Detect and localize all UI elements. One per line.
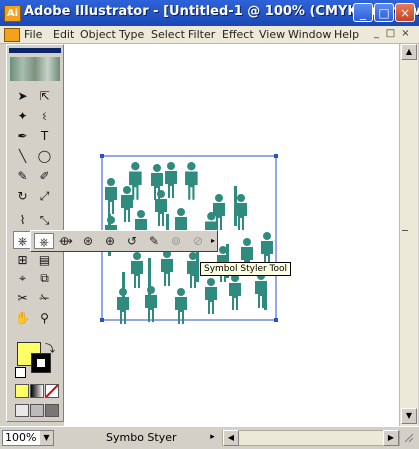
resize-grip-icon[interactable] [404, 433, 414, 443]
symbol-screener-icon[interactable]: ⊚ [166, 233, 186, 249]
minimize-button[interactable]: _ [353, 3, 373, 22]
zoom-dropdown-icon[interactable]: ▼ [40, 431, 53, 445]
symbol-shifter-icon[interactable]: ⟴ [56, 233, 76, 249]
flyout-tearoff-icon[interactable]: ▸ [211, 236, 215, 245]
zoom-icon[interactable]: ⚲ [35, 309, 54, 327]
maximize-button[interactable]: □ [374, 3, 394, 22]
doc-minimize-button[interactable]: _ [370, 28, 383, 40]
zoom-field[interactable]: 100% ▼ [2, 430, 54, 446]
symbol-sprayer-icon[interactable]: ⎈ [34, 233, 54, 249]
pen-icon[interactable]: ✒ [13, 127, 32, 145]
warp-icon[interactable]: ⌇ [13, 211, 32, 229]
direct-selection-icon[interactable]: ⇱ [35, 87, 54, 105]
scroll-right-button[interactable]: ▶ [383, 430, 399, 446]
vertical-scrollbar[interactable]: ▲ ▼ [399, 44, 418, 426]
magic-wand-icon[interactable]: ✦ [13, 107, 32, 125]
person-symbol-instance[interactable] [165, 162, 177, 198]
zoom-value: 100% [5, 431, 37, 444]
gradient-mode-icon[interactable] [30, 384, 44, 398]
menu-window[interactable]: Window [288, 28, 331, 41]
doc-close-button[interactable]: × [399, 28, 412, 40]
selection-handle[interactable] [100, 318, 104, 322]
tool-tooltip: Symbol Styler Tool [200, 262, 292, 276]
title-bar: Ai Adobe Illustrator - [Untitled-1 @ 100… [0, 0, 419, 26]
status-menu-icon[interactable]: ▸ [206, 430, 219, 445]
symbolism-tools-flyout: ⎈ ⟴ ⊛ ⊕ ↺ ✎ ⊚ ⊘ ▸ [30, 230, 218, 252]
pencil-icon[interactable]: ✐ [35, 167, 54, 185]
status-tool-label: Symbo Styer [106, 431, 177, 444]
symbol-pole [196, 252, 199, 282]
scroll-up-button[interactable]: ▲ [401, 44, 417, 60]
selection-handle[interactable] [100, 154, 104, 158]
mesh-icon[interactable]: ⊞ [13, 251, 32, 269]
symbol-stainer-icon[interactable]: ✎ [144, 233, 164, 249]
none-mode-icon[interactable] [45, 384, 59, 398]
gradient-icon[interactable]: ▤ [35, 251, 54, 269]
symbol-pole [234, 186, 237, 226]
selection-handle[interactable] [274, 154, 278, 158]
menu-filter[interactable]: Filter [188, 28, 215, 41]
status-bar: 100% ▼ Symbo Styer ▸ ◀ ▶ [0, 426, 419, 449]
hand-icon[interactable]: ✋ [13, 309, 32, 327]
adobe-logo[interactable] [10, 57, 60, 81]
brush-icon[interactable]: ✎ [13, 167, 32, 185]
full-screen-icon[interactable] [45, 404, 59, 417]
scroll-down-button[interactable]: ▼ [401, 408, 417, 424]
slice-icon[interactable]: ✂ [13, 289, 32, 307]
full-screen-menu-icon[interactable] [30, 404, 44, 417]
scroll-thumb-grip[interactable] [402, 230, 408, 231]
symbol-pole [264, 286, 267, 310]
person-symbol-instance[interactable] [155, 190, 167, 226]
selection-arrow-icon[interactable]: ➤ [13, 87, 32, 105]
default-colors-icon[interactable] [15, 367, 26, 378]
menu-edit[interactable]: Edit [53, 28, 74, 41]
menu-file[interactable]: File [24, 28, 42, 41]
scroll-left-button[interactable]: ◀ [223, 430, 239, 446]
horizontal-scrollbar[interactable]: ◀ ▶ [222, 430, 400, 446]
symbol-sizer-icon[interactable]: ⊕ [100, 233, 120, 249]
symbol-pole [148, 258, 151, 300]
person-symbol-instance[interactable] [121, 186, 133, 222]
person-symbol-instance[interactable] [229, 274, 241, 310]
stroke-swatch[interactable] [31, 353, 51, 373]
person-symbol-instance[interactable] [161, 250, 173, 286]
ellipse-icon[interactable]: ◯ [35, 147, 54, 165]
symbol-pole [122, 272, 125, 310]
menu-select[interactable]: Select [151, 28, 185, 41]
symbol-styler-icon[interactable]: ⊘ [188, 233, 208, 249]
menu-object[interactable]: Object [80, 28, 116, 41]
app-icon[interactable]: Ai [4, 5, 21, 22]
person-symbol-instance[interactable] [175, 288, 187, 324]
menu-effect[interactable]: Effect [222, 28, 254, 41]
type-icon[interactable]: T [35, 127, 54, 145]
eyedropper-icon[interactable]: ⌖ [13, 269, 32, 287]
lasso-icon[interactable]: ଽ [35, 107, 54, 125]
menu-bar: File Edit Object Type Select Filter Effe… [0, 26, 419, 44]
scale-icon[interactable]: ⤢ [35, 187, 54, 205]
standard-screen-icon[interactable] [15, 404, 29, 417]
menu-help[interactable]: Help [334, 28, 359, 41]
person-symbol-instance[interactable] [185, 162, 198, 200]
document-icon[interactable] [4, 28, 20, 42]
symbol-spinner-icon[interactable]: ↺ [122, 233, 142, 249]
toolbox-title-bar[interactable] [9, 48, 61, 53]
menu-view[interactable]: View [259, 28, 285, 41]
blend-icon[interactable]: ⧉ [35, 269, 54, 287]
selection-handle[interactable] [274, 318, 278, 322]
swap-colors-icon[interactable]: ⤵ [45, 340, 55, 355]
doc-restore-button[interactable]: □ [384, 28, 397, 40]
color-mode-icon[interactable] [15, 384, 29, 398]
person-symbol-instance[interactable] [131, 252, 143, 288]
person-symbol-instance[interactable] [129, 162, 142, 200]
free-transform-icon[interactable]: ⤡ [35, 211, 54, 229]
symbol-scruncher-icon[interactable]: ⊛ [78, 233, 98, 249]
line-icon[interactable]: ╲ [13, 147, 32, 165]
scissors-icon[interactable]: ✁ [35, 289, 54, 307]
menu-type[interactable]: Type [119, 28, 144, 41]
person-symbol-instance[interactable] [205, 278, 217, 314]
person-symbol-instance[interactable] [105, 178, 117, 214]
close-button[interactable]: × [395, 3, 415, 22]
rotate-icon[interactable]: ↻ [13, 187, 32, 205]
